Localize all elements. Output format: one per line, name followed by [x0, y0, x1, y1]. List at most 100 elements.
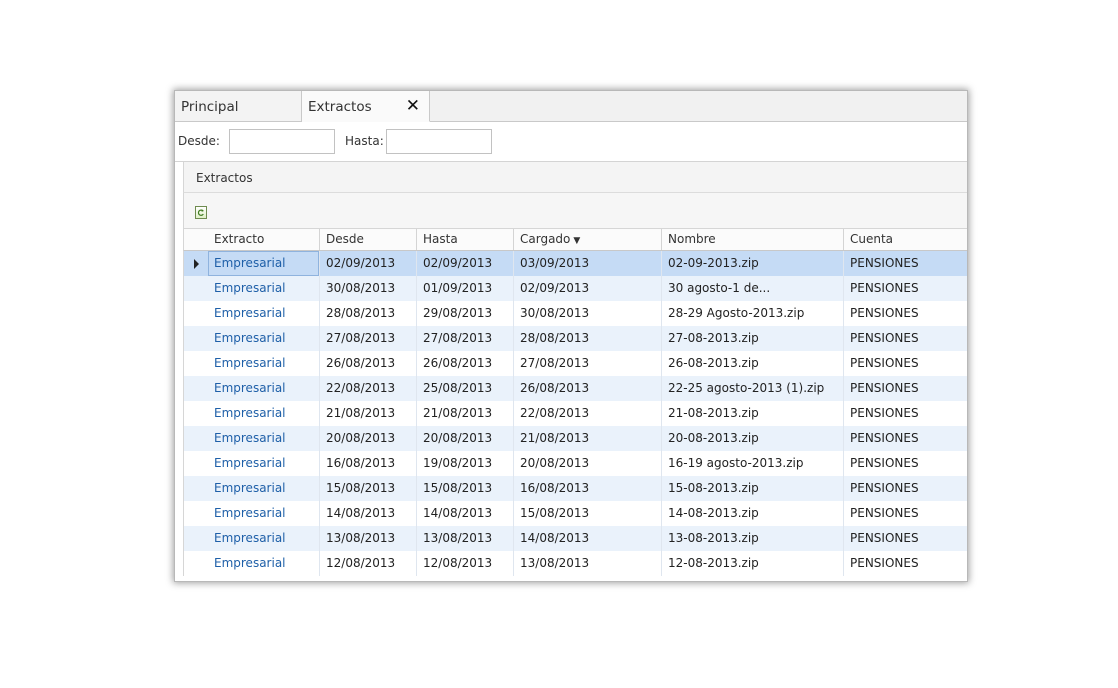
cell-cargado: 13/08/2013	[514, 551, 662, 576]
column-header-extracto[interactable]: Extracto	[208, 229, 320, 250]
cell-extracto[interactable]: Empresarial	[208, 526, 320, 551]
hasta-input[interactable]	[386, 129, 492, 154]
cell-cargado: 15/08/2013	[514, 501, 662, 526]
panel-header: Extractos	[183, 162, 967, 193]
cell-desde: 22/08/2013	[320, 376, 417, 401]
refresh-icon[interactable]	[195, 206, 207, 219]
cell-cargado: 22/08/2013	[514, 401, 662, 426]
row-indicator[interactable]	[184, 551, 208, 576]
row-indicator[interactable]	[184, 351, 208, 376]
row-indicator[interactable]	[184, 326, 208, 351]
cell-extracto[interactable]: Empresarial	[208, 551, 320, 576]
cell-extracto[interactable]: Empresarial	[208, 451, 320, 476]
cell-desde: 20/08/2013	[320, 426, 417, 451]
tab-principal[interactable]: Principal	[175, 91, 302, 121]
row-indicator[interactable]	[184, 501, 208, 526]
cell-extracto[interactable]: Empresarial	[208, 301, 320, 326]
table-row[interactable]: Empresarial 13/08/2013 13/08/2013 14/08/201…	[183, 526, 967, 551]
cell-cargado: 03/09/2013	[514, 251, 662, 276]
table-row[interactable]: Empresarial 15/08/2013 15/08/2013 16/08/201…	[183, 476, 967, 501]
cell-desde: 26/08/2013	[320, 351, 417, 376]
cell-extracto[interactable]: Empresarial	[208, 476, 320, 501]
cell-extracto[interactable]: Empresarial	[208, 401, 320, 426]
cell-nombre: 27-08-2013.zip	[662, 326, 844, 351]
cell-desde: 28/08/2013	[320, 301, 417, 326]
column-header-cargado[interactable]: Cargado ▼	[514, 229, 662, 250]
table-row[interactable]: Empresarial 21/08/2013 21/08/2013 22/08/201…	[183, 401, 967, 426]
cell-extracto[interactable]: Empresarial	[208, 276, 320, 301]
table-row[interactable]: Empresarial 20/08/2013 20/08/2013 21/08/201…	[183, 426, 967, 451]
cell-desde: 02/09/2013	[320, 251, 417, 276]
row-indicator[interactable]	[184, 276, 208, 301]
tab-extractos[interactable]: Extractos ✕	[302, 91, 430, 122]
cell-nombre: 13-08-2013.zip	[662, 526, 844, 551]
cell-desde: 15/08/2013	[320, 476, 417, 501]
cell-cuenta: PENSIONES	[844, 301, 967, 326]
row-indicator[interactable]	[184, 526, 208, 551]
row-indicator[interactable]	[184, 301, 208, 326]
close-icon[interactable]: ✕	[406, 96, 420, 116]
desde-label: Desde:	[178, 134, 220, 148]
cell-nombre: 28-29 Agosto-2013.zip	[662, 301, 844, 326]
column-header-desde[interactable]: Desde	[320, 229, 417, 250]
panel-title: Extractos	[196, 171, 253, 185]
cell-cuenta: PENSIONES	[844, 426, 967, 451]
cell-nombre: 20-08-2013.zip	[662, 426, 844, 451]
table-row[interactable]: Empresarial 28/08/2013 29/08/2013 30/08/201…	[183, 301, 967, 326]
cell-hasta: 01/09/2013	[417, 276, 514, 301]
cell-hasta: 12/08/2013	[417, 551, 514, 576]
cell-extracto[interactable]: Empresarial	[208, 351, 320, 376]
table-row[interactable]: Empresarial 27/08/2013 27/08/2013 28/08/201…	[183, 326, 967, 351]
tab-extractos-label: Extractos	[308, 99, 372, 115]
cell-nombre: 14-08-2013.zip	[662, 501, 844, 526]
cell-cargado: 30/08/2013	[514, 301, 662, 326]
cell-cargado: 14/08/2013	[514, 526, 662, 551]
cell-desde: 21/08/2013	[320, 401, 417, 426]
cell-hasta: 02/09/2013	[417, 251, 514, 276]
cell-desde: 27/08/2013	[320, 326, 417, 351]
table-row[interactable]: Empresarial 30/08/2013 01/09/2013 02/09/201…	[183, 276, 967, 301]
cell-nombre: 21-08-2013.zip	[662, 401, 844, 426]
row-indicator[interactable]	[184, 251, 208, 276]
table-row[interactable]: Empresarial 22/08/2013 25/08/2013 26/08/201…	[183, 376, 967, 401]
cell-nombre: 26-08-2013.zip	[662, 351, 844, 376]
cell-extracto[interactable]: Empresarial	[208, 326, 320, 351]
cell-extracto[interactable]: Empresarial	[208, 251, 320, 276]
cell-cuenta: PENSIONES	[844, 251, 967, 276]
table-row[interactable]: Empresarial 02/09/2013 02/09/2013 03/09/201…	[183, 251, 967, 276]
table-row[interactable]: Empresarial 14/08/2013 14/08/2013 15/08/201…	[183, 501, 967, 526]
row-indicator[interactable]	[184, 476, 208, 501]
cell-extracto[interactable]: Empresarial	[208, 426, 320, 451]
column-header-cuenta[interactable]: Cuenta	[844, 229, 967, 250]
tab-bar: Principal Extractos ✕	[175, 91, 967, 122]
table-row[interactable]: Empresarial 12/08/2013 12/08/2013 13/08/201…	[183, 551, 967, 576]
cell-nombre: 16-19 agosto-2013.zip	[662, 451, 844, 476]
row-indicator[interactable]	[184, 426, 208, 451]
row-indicator[interactable]	[184, 376, 208, 401]
grid-body: Empresarial 02/09/2013 02/09/2013 03/09/201…	[183, 251, 967, 576]
current-row-arrow-icon	[194, 259, 199, 269]
desde-input[interactable]	[229, 129, 335, 154]
tab-principal-label: Principal	[181, 99, 239, 115]
cell-extracto[interactable]: Empresarial	[208, 376, 320, 401]
column-header-nombre[interactable]: Nombre	[662, 229, 844, 250]
row-indicator[interactable]	[184, 451, 208, 476]
cell-cuenta: PENSIONES	[844, 276, 967, 301]
table-row[interactable]: Empresarial 16/08/2013 19/08/2013 20/08/201…	[183, 451, 967, 476]
cell-cargado: 21/08/2013	[514, 426, 662, 451]
cell-cuenta: PENSIONES	[844, 476, 967, 501]
sort-desc-icon: ▼	[573, 236, 581, 246]
cell-cuenta: PENSIONES	[844, 501, 967, 526]
cell-cuenta: PENSIONES	[844, 326, 967, 351]
row-indicator[interactable]	[184, 401, 208, 426]
cell-hasta: 20/08/2013	[417, 426, 514, 451]
cell-cargado: 16/08/2013	[514, 476, 662, 501]
column-header-hasta[interactable]: Hasta	[417, 229, 514, 250]
cell-desde: 16/08/2013	[320, 451, 417, 476]
cell-extracto[interactable]: Empresarial	[208, 501, 320, 526]
hasta-label: Hasta:	[345, 134, 384, 148]
cell-hasta: 15/08/2013	[417, 476, 514, 501]
cell-nombre: 12-08-2013.zip	[662, 551, 844, 576]
table-row[interactable]: Empresarial 26/08/2013 26/08/2013 27/08/201…	[183, 351, 967, 376]
cell-nombre: 30 agosto-1 de...	[662, 276, 844, 301]
